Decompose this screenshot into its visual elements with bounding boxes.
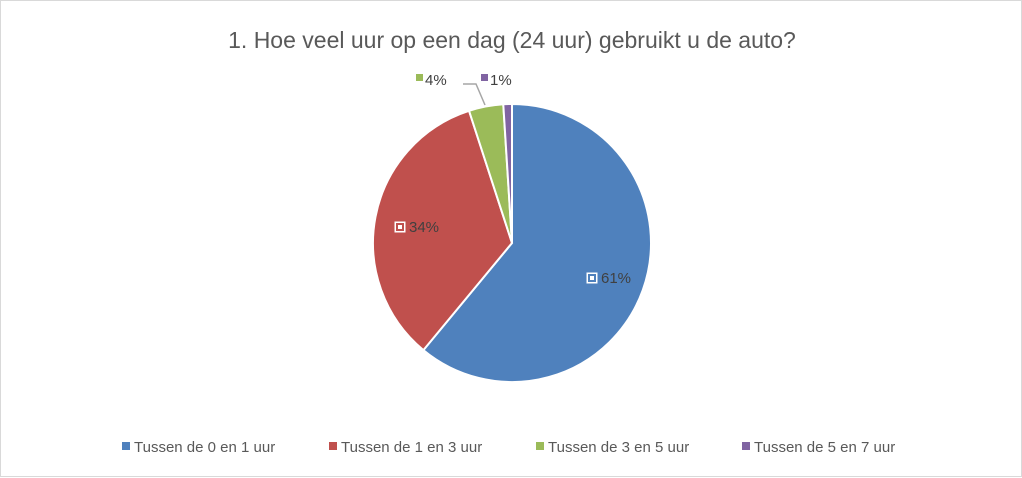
legend-entry: Tussen de 3 en 5 uur xyxy=(548,439,689,456)
legend-swatch xyxy=(329,442,337,450)
leader-line xyxy=(463,83,486,106)
data-label-marker xyxy=(481,74,488,81)
chart-title: 1. Hoe veel uur op een dag (24 uur) gebr… xyxy=(228,27,796,53)
data-label-marker xyxy=(416,74,423,81)
data-label: 1% xyxy=(490,72,512,89)
legend-swatch xyxy=(536,442,544,450)
legend-swatch xyxy=(742,442,750,450)
legend-entry: Tussen de 5 en 7 uur xyxy=(754,439,895,456)
data-label: 34% xyxy=(409,219,439,236)
legend-swatch xyxy=(122,442,130,450)
data-label: 4% xyxy=(425,72,447,89)
legend-entry: Tussen de 1 en 3 uur xyxy=(341,439,482,456)
data-label: 61% xyxy=(601,270,631,287)
chart-area: 1. Hoe veel uur op een dag (24 uur) gebr… xyxy=(0,0,1022,477)
legend-entry: Tussen de 0 en 1 uur xyxy=(134,439,275,456)
pie-chart: 1. Hoe veel uur op een dag (24 uur) gebr… xyxy=(122,27,895,456)
